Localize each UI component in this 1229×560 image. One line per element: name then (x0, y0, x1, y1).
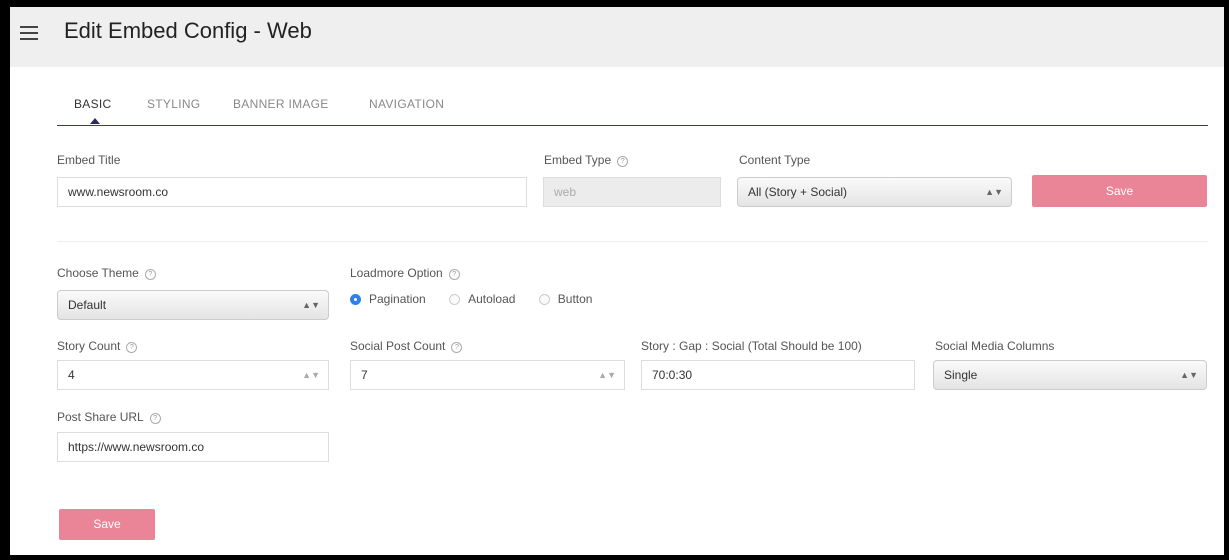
story-count-value: 4 (68, 368, 75, 382)
story-count-label: Story Count? (57, 339, 138, 353)
select-arrows-icon: ▲▼ (302, 300, 320, 310)
select-arrows-icon: ▲▼ (985, 187, 1003, 197)
select-arrows-icon: ▲▼ (1180, 370, 1198, 380)
embed-type-label: Embed Type? (544, 153, 629, 167)
stepper-arrows-icon[interactable]: ▲▼ (598, 361, 616, 389)
ratio-label: Story : Gap : Social (Total Should be 10… (641, 339, 862, 353)
help-icon[interactable]: ? (448, 269, 460, 280)
loadmore-radio-group: Pagination Autoload Button (350, 292, 612, 306)
radio-selected-icon (350, 294, 361, 305)
section-divider (57, 241, 1208, 242)
social-post-count-value: 7 (361, 368, 368, 382)
tab-styling[interactable]: STYLING (147, 97, 200, 111)
loadmore-label: Loadmore Option? (350, 266, 460, 280)
choose-theme-label: Choose Theme? (57, 266, 156, 280)
social-post-count-input[interactable]: 7 ▲▼ (350, 360, 625, 390)
embed-type-field: web (543, 177, 721, 207)
radio-label: Button (557, 292, 593, 306)
tab-bar: BASIC STYLING BANNER IMAGE NAVIGATION (57, 97, 1208, 126)
radio-pagination[interactable]: Pagination (350, 292, 426, 306)
content-type-label: Content Type (739, 153, 811, 167)
tab-navigation[interactable]: NAVIGATION (369, 97, 444, 111)
top-bar: Edit Embed Config - Web (10, 7, 1224, 67)
stepper-arrows-icon[interactable]: ▲▼ (302, 361, 320, 389)
radio-button[interactable]: Button (538, 292, 593, 306)
embed-title-input[interactable] (57, 177, 527, 207)
social-columns-select[interactable]: Single ▲▼ (933, 360, 1207, 390)
radio-label: Autoload (468, 292, 516, 306)
story-count-input[interactable]: 4 ▲▼ (57, 360, 329, 390)
help-icon[interactable]: ? (617, 156, 629, 167)
help-icon[interactable]: ? (149, 413, 161, 424)
tab-banner-image[interactable]: BANNER IMAGE (233, 97, 329, 111)
save-button-bottom[interactable]: Save (59, 509, 155, 540)
save-button-top[interactable]: Save (1032, 175, 1207, 207)
active-tab-indicator (90, 118, 100, 124)
post-share-url-input[interactable] (57, 432, 329, 462)
help-icon[interactable]: ? (144, 269, 156, 280)
help-icon[interactable]: ? (451, 342, 463, 353)
radio-unselected-icon (449, 294, 461, 305)
theme-value: Default (68, 298, 107, 312)
radio-autoload[interactable]: Autoload (449, 292, 515, 306)
page-title: Edit Embed Config - Web (64, 18, 312, 43)
content-type-value: All (Story + Social) (748, 185, 848, 199)
hamburger-menu-icon[interactable] (20, 26, 38, 40)
embed-title-label: Embed Title (57, 153, 121, 167)
theme-select[interactable]: Default ▲▼ (57, 290, 329, 320)
tab-basic[interactable]: BASIC (74, 97, 112, 111)
social-post-count-label: Social Post Count? (350, 339, 463, 353)
radio-unselected-icon (538, 294, 550, 305)
post-share-url-label: Post Share URL? (57, 410, 161, 424)
help-icon[interactable]: ? (126, 342, 138, 353)
ratio-input[interactable] (641, 360, 915, 390)
content-type-select[interactable]: All (Story + Social) ▲▼ (737, 177, 1012, 207)
radio-label: Pagination (369, 292, 426, 306)
social-columns-label: Social Media Columns (935, 339, 1055, 353)
social-columns-value: Single (944, 368, 978, 382)
app-window: Edit Embed Config - Web BASIC STYLING BA… (10, 7, 1224, 555)
